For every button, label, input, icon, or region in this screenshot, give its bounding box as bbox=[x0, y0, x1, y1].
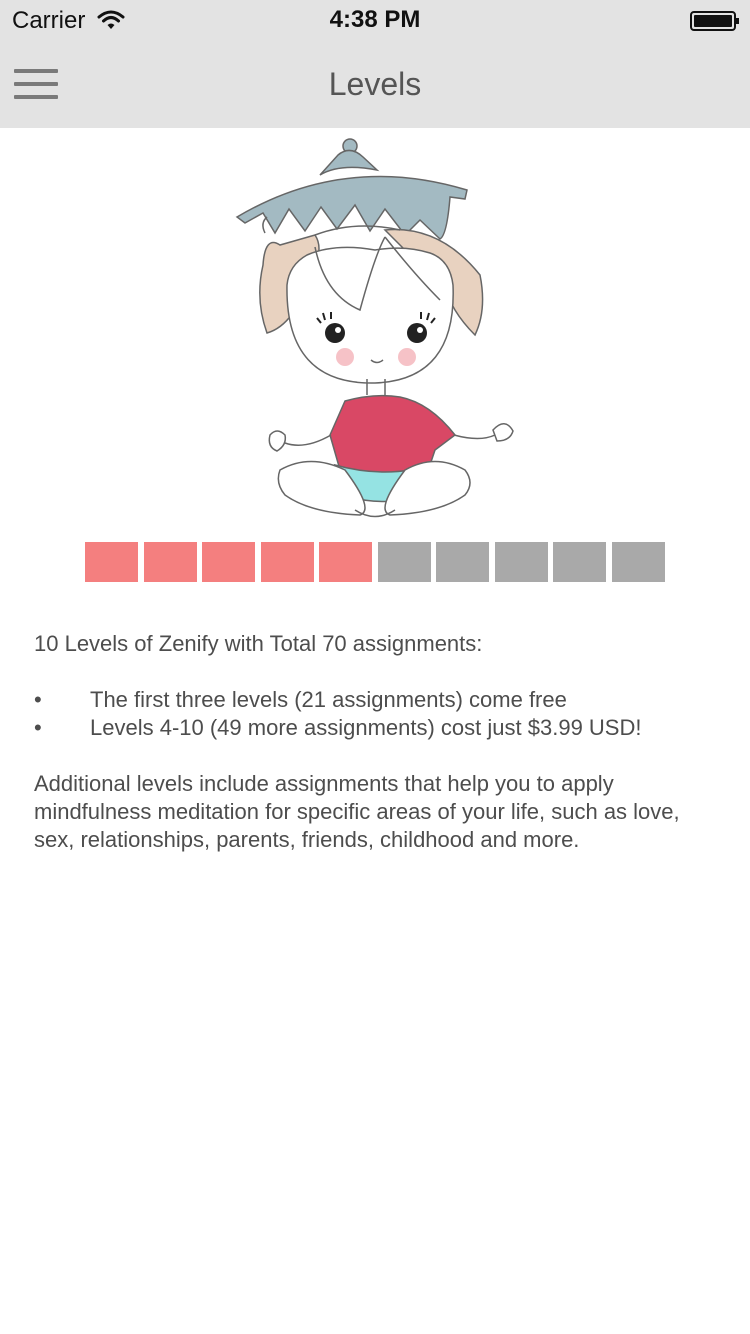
meditating-child-illustration bbox=[225, 135, 525, 530]
status-time: 4:38 PM bbox=[329, 6, 421, 33]
list-item: • The first three levels (21 assignments… bbox=[34, 686, 724, 714]
header: Carrier 4:38 PM Levels bbox=[0, 0, 750, 128]
level-segment-2 bbox=[144, 542, 197, 582]
levels-description: 10 Levels of Zenify with Total 70 assign… bbox=[34, 630, 724, 854]
level-segment-10 bbox=[612, 542, 665, 582]
level-segment-1 bbox=[85, 542, 138, 582]
level-segment-7 bbox=[436, 542, 489, 582]
list-item: • Levels 4-10 (49 more assignments) cost… bbox=[34, 714, 724, 742]
battery-icon bbox=[690, 11, 740, 36]
level-progress-bar bbox=[85, 542, 665, 582]
levels-bullet-list: • The first three levels (21 assignments… bbox=[34, 686, 724, 742]
list-item-text: Levels 4-10 (49 more assignments) cost j… bbox=[90, 715, 642, 740]
level-segment-6 bbox=[378, 542, 431, 582]
level-segment-3 bbox=[202, 542, 255, 582]
page-title: Levels bbox=[328, 66, 422, 102]
level-segment-5 bbox=[319, 542, 372, 582]
list-item-text: The first three levels (21 assignments) … bbox=[90, 687, 567, 712]
levels-additional-info: Additional levels include assignments th… bbox=[34, 771, 680, 852]
level-segment-8 bbox=[495, 542, 548, 582]
levels-intro: 10 Levels of Zenify with Total 70 assign… bbox=[34, 631, 483, 656]
bullet-glyph: • bbox=[34, 715, 42, 740]
level-segment-4 bbox=[261, 542, 314, 582]
level-segment-9 bbox=[553, 542, 606, 582]
navigation-bar: Levels bbox=[0, 40, 750, 128]
bullet-glyph: • bbox=[34, 687, 42, 712]
status-bar: Carrier 4:38 PM bbox=[0, 0, 750, 40]
